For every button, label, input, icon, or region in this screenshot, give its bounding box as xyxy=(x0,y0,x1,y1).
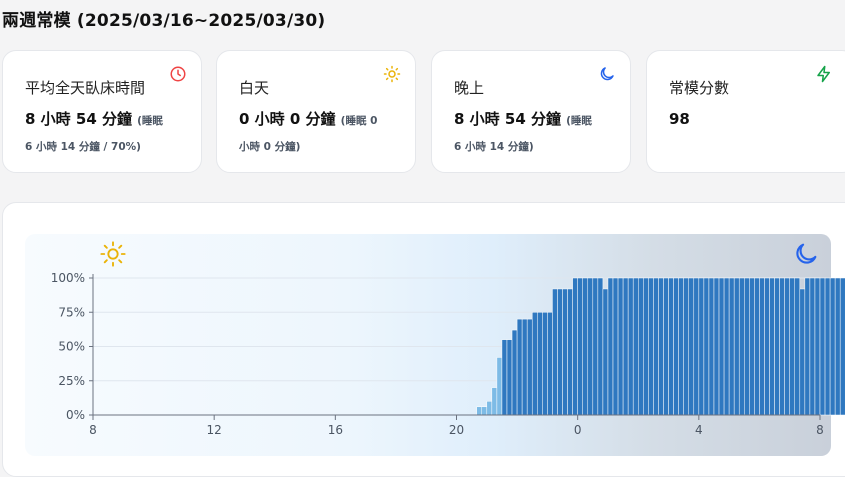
bar xyxy=(597,277,604,416)
y-tick-label: 0% xyxy=(66,408,85,422)
moon-icon xyxy=(796,243,817,264)
bar xyxy=(638,277,644,416)
y-tick-label: 50% xyxy=(58,340,85,354)
bar xyxy=(789,277,796,416)
bar xyxy=(501,339,508,416)
bar xyxy=(648,277,654,416)
bar xyxy=(567,288,573,416)
bar xyxy=(809,277,816,416)
bar xyxy=(506,339,513,416)
bar xyxy=(744,277,750,416)
bar xyxy=(658,277,664,416)
bar xyxy=(592,277,599,416)
bar xyxy=(718,277,725,416)
bar xyxy=(759,277,765,416)
bar xyxy=(496,357,503,416)
x-tick-label: 16 xyxy=(328,423,343,437)
bar xyxy=(769,277,775,416)
bar xyxy=(531,312,538,416)
bar xyxy=(728,277,735,416)
bar xyxy=(602,288,609,416)
bar xyxy=(698,277,705,416)
bar xyxy=(526,318,533,416)
bar xyxy=(486,401,493,416)
y-tick-label: 25% xyxy=(58,374,85,388)
bar xyxy=(749,277,755,416)
bar xyxy=(784,277,790,416)
bar xyxy=(607,277,614,416)
bar xyxy=(557,288,563,416)
bar xyxy=(688,277,695,416)
bar xyxy=(829,277,836,416)
bar xyxy=(824,277,831,416)
bar xyxy=(632,277,639,416)
bar xyxy=(547,312,553,416)
bar xyxy=(754,277,760,416)
bar xyxy=(819,277,826,416)
bar xyxy=(713,277,720,416)
x-tick-label: 8 xyxy=(816,423,824,437)
bar xyxy=(653,277,659,416)
bar xyxy=(521,318,528,416)
bar xyxy=(764,277,770,416)
bar xyxy=(703,277,710,416)
bar xyxy=(779,277,785,416)
bar xyxy=(481,406,488,416)
x-tick-label: 0 xyxy=(574,423,582,437)
bar xyxy=(804,277,811,416)
bar xyxy=(794,277,801,416)
bar xyxy=(643,277,649,416)
y-tick-label: 75% xyxy=(58,305,85,319)
bar xyxy=(491,387,498,416)
bar xyxy=(572,277,578,416)
bar xyxy=(663,277,669,416)
bar xyxy=(738,277,745,416)
bar xyxy=(627,277,634,416)
bar xyxy=(708,277,715,416)
bed-occupancy-chart: 0% 25% 50% 75% 100% 8 12 16 20 0 4 8 xyxy=(51,271,845,437)
y-tick-label: 100% xyxy=(51,271,85,285)
bar xyxy=(683,277,689,416)
bar xyxy=(622,277,629,416)
bar xyxy=(612,277,619,416)
bar xyxy=(839,277,845,416)
bar xyxy=(582,277,589,416)
x-tick-label: 8 xyxy=(89,423,97,437)
bar xyxy=(814,277,821,416)
bar xyxy=(587,277,594,416)
bar xyxy=(733,277,740,416)
bar xyxy=(668,277,674,416)
bar xyxy=(562,288,568,416)
bar xyxy=(577,277,583,416)
bar xyxy=(799,288,806,416)
bar xyxy=(723,277,730,416)
bar xyxy=(617,277,624,416)
x-tick-label: 4 xyxy=(695,423,703,437)
x-tick-label: 12 xyxy=(207,423,222,437)
sun-icon xyxy=(100,241,126,267)
bar xyxy=(774,277,780,416)
bar xyxy=(552,288,558,416)
bar xyxy=(678,277,684,416)
bar xyxy=(673,277,679,416)
bar xyxy=(476,406,482,416)
bar xyxy=(537,312,543,416)
bar xyxy=(511,329,518,416)
bar xyxy=(542,312,548,416)
bar xyxy=(693,277,700,416)
x-tick-label: 20 xyxy=(449,423,464,437)
bar xyxy=(834,277,841,416)
bar xyxy=(516,318,523,416)
